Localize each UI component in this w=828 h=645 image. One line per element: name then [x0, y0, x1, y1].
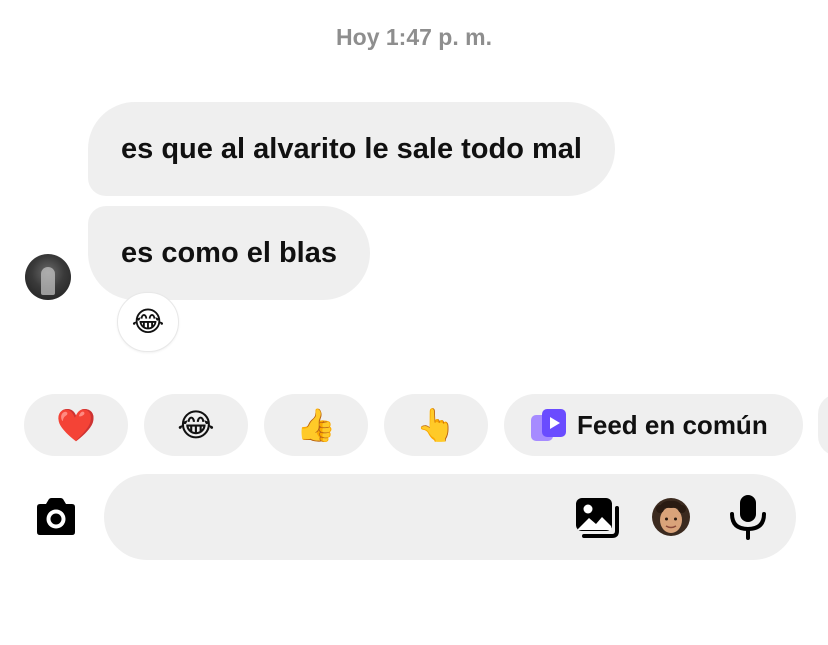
red-heart-icon: ❤️ — [56, 407, 96, 443]
sender-avatar[interactable] — [25, 254, 71, 300]
quick-reaction-more[interactable] — [818, 394, 828, 456]
chat-screen: Hoy 1:47 p. m. es que al alvarito le sal… — [0, 0, 828, 645]
shared-feed-button[interactable]: Feed en común — [504, 394, 803, 456]
shared-feed-icon — [531, 409, 566, 441]
gallery-icon[interactable] — [574, 496, 620, 540]
quick-reaction-laugh[interactable]: 😂 — [144, 394, 248, 456]
thumbs-up-icon: 👍 — [296, 407, 336, 443]
quick-reaction-pointing-up[interactable]: 👆 — [384, 394, 488, 456]
camera-icon[interactable] — [33, 497, 79, 537]
face-with-tears-of-joy-icon: 😂 — [177, 407, 215, 443]
quick-reaction-thumbs-up[interactable]: 👍 — [264, 394, 368, 456]
quick-reaction-row: ❤️ 😂 👍 👆 Feed en común — [0, 394, 828, 456]
microphone-icon[interactable] — [728, 494, 768, 540]
quick-reaction-heart[interactable]: ❤️ — [24, 394, 128, 456]
face-with-tears-of-joy-icon: 😂 — [131, 306, 165, 337]
message-bubble-1[interactable]: es que al alvarito le sale todo mal — [88, 102, 615, 196]
sender-avatar-figure — [41, 267, 55, 295]
shared-feed-label: Feed en común — [577, 410, 768, 440]
message-reaction[interactable]: 😂 — [117, 292, 179, 352]
avatar-sticker-icon[interactable] — [651, 497, 691, 537]
message-timestamp: Hoy 1:47 p. m. — [336, 24, 492, 50]
pointing-up-icon: 👆 — [416, 407, 456, 443]
message-input[interactable] — [104, 474, 544, 560]
message-bubble-2[interactable]: es como el blas — [88, 206, 370, 300]
